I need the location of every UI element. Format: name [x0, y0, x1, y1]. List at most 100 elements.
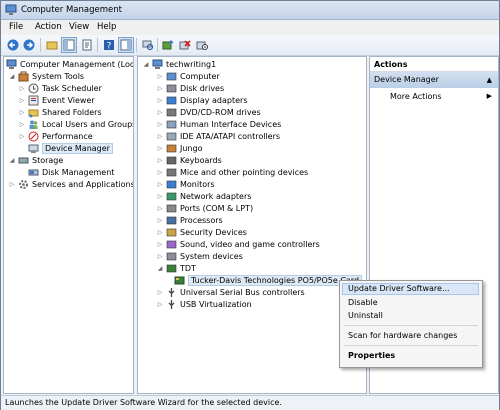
- expand-arrow-icon[interactable]: ▷: [156, 181, 164, 188]
- expand-arrow-icon[interactable]: ▷: [156, 121, 164, 128]
- expand-arrow-icon[interactable]: ▷: [18, 121, 26, 128]
- device-category-keyboards[interactable]: ▷ Keyboards: [156, 154, 222, 166]
- expand-arrow-icon[interactable]: ▷: [156, 85, 164, 92]
- tree-item-local-users[interactable]: ▷ Local Users and Groups: [18, 118, 133, 130]
- expand-arrow-icon[interactable]: ▷: [156, 241, 164, 248]
- tree-item-services[interactable]: ▷ Services and Applications: [8, 178, 133, 190]
- show-hide-action-pane-button[interactable]: [118, 37, 134, 53]
- device-category-security-devices[interactable]: ▷ Security Devices: [156, 226, 247, 238]
- collapse-arrow-icon[interactable]: ◢: [8, 157, 16, 164]
- device-category-processors[interactable]: ▷ Processors: [156, 214, 223, 226]
- collapse-arrow-icon[interactable]: ◢: [142, 61, 150, 68]
- device-category-dvd-cd-rom-drives[interactable]: ▷ DVD/CD-ROM drives: [156, 106, 261, 118]
- expand-arrow-icon[interactable]: ▷: [156, 289, 164, 296]
- menu-file[interactable]: File: [9, 22, 23, 32]
- expand-arrow-icon[interactable]: ▷: [156, 157, 164, 164]
- tree-item-system-tools[interactable]: ◢ System Tools: [8, 70, 84, 82]
- help-toolbar-button[interactable]: ?: [101, 37, 117, 53]
- expand-arrow-icon[interactable]: ▷: [18, 97, 26, 104]
- menu-properties[interactable]: Properties: [348, 351, 395, 360]
- title-bar[interactable]: Computer Management: [1, 1, 499, 20]
- update-driver-button[interactable]: [160, 37, 176, 53]
- device-tree-root[interactable]: ◢ techwriting1: [142, 58, 216, 70]
- expand-arrow-icon[interactable]: ▷: [156, 193, 164, 200]
- tree-item-performance[interactable]: ▷ Performance: [18, 130, 93, 142]
- expand-arrow-icon[interactable]: ▷: [18, 109, 26, 116]
- dvd-cd-rom-drives-icon: [166, 107, 177, 118]
- up-level-button[interactable]: [44, 37, 60, 53]
- expand-arrow-icon[interactable]: ▷: [156, 133, 164, 140]
- expand-arrow-icon[interactable]: ▷: [156, 97, 164, 104]
- tree-label-device-manager: Device Manager: [42, 142, 113, 154]
- device-category-system-devices[interactable]: ▷ System devices: [156, 250, 243, 262]
- menu-bar: File Action View Help: [1, 20, 499, 35]
- device-category-ports-com-lpt[interactable]: ▷ Ports (COM & LPT): [156, 202, 253, 214]
- tree-item-device-manager[interactable]: Device Manager: [28, 142, 113, 154]
- device-tree-pane[interactable]: ◢ techwriting1 Tucker-Davis Technologies…: [137, 56, 367, 394]
- expand-arrow-icon[interactable]: ▷: [18, 133, 26, 140]
- tdt-device-item[interactable]: Tucker-Davis Technologies PO5/PO5e Card: [174, 274, 363, 286]
- expand-arrow-icon[interactable]: ▷: [18, 85, 26, 92]
- expand-arrow-icon[interactable]: ▷: [156, 145, 164, 152]
- device-category-network-adapters[interactable]: ▷ Network adapters: [156, 190, 252, 202]
- tree-label-shared-folders: Shared Folders: [42, 107, 102, 117]
- device-category-sound-video-and-game-controllers[interactable]: ▷ Sound, video and game controllers: [156, 238, 320, 250]
- expand-arrow-icon[interactable]: ▷: [8, 181, 16, 188]
- device-category-mice-and-other-pointing-devices[interactable]: ▷ Mice and other pointing devices: [156, 166, 309, 178]
- device-category-human-interface-devices[interactable]: ▷ Human Interface Devices: [156, 118, 282, 130]
- toolbar-separator: [157, 38, 158, 52]
- expand-arrow-icon[interactable]: ▷: [156, 109, 164, 116]
- device-category-jungo[interactable]: ▷ Jungo: [156, 142, 203, 154]
- processors-icon: [166, 215, 177, 226]
- expand-arrow-icon[interactable]: ▷: [156, 253, 164, 260]
- device-category-usb[interactable]: ▷ Universal Serial Bus controllers: [156, 286, 305, 298]
- collapse-arrow-icon[interactable]: ◢: [156, 265, 164, 272]
- menu-view[interactable]: View: [69, 22, 89, 32]
- more-actions-item[interactable]: More Actions: [390, 92, 442, 101]
- forward-button[interactable]: [21, 37, 37, 53]
- menu-uninstall[interactable]: Uninstall: [348, 311, 383, 320]
- device-category-ide-ata-atapi-controllers[interactable]: ▷ IDE ATA/ATAPI controllers: [156, 130, 280, 142]
- device-category-label: Computer: [180, 71, 220, 81]
- collapse-arrow-icon[interactable]: ◢: [8, 73, 16, 80]
- expand-arrow-icon[interactable]: ▷: [156, 217, 164, 224]
- actions-group-device-manager[interactable]: Device Manager ▲: [370, 72, 498, 88]
- device-category-usb-virtualization[interactable]: ▷ USB Virtualization: [156, 298, 252, 310]
- tree-item-storage[interactable]: ◢ Storage: [8, 154, 64, 166]
- menu-update-driver-software[interactable]: Update Driver Software...: [348, 284, 450, 293]
- expand-arrow-icon[interactable]: ▷: [156, 301, 164, 308]
- collapse-up-icon[interactable]: ▲: [487, 72, 492, 88]
- device-category-label: Mice and other pointing devices: [180, 167, 309, 177]
- menu-help[interactable]: Help: [97, 22, 116, 32]
- menu-scan-hardware[interactable]: Scan for hardware changes: [348, 331, 457, 340]
- tree-item-shared-folders[interactable]: ▷ Shared Folders: [18, 106, 102, 118]
- console-tree-pane[interactable]: Computer Management (Local ◢ System Tool…: [3, 56, 134, 394]
- tree-item-task-scheduler[interactable]: ▷ Task Scheduler: [18, 82, 102, 94]
- expand-arrow-icon[interactable]: ▷: [156, 73, 164, 80]
- device-category-label: Human Interface Devices: [180, 119, 282, 129]
- menu-disable[interactable]: Disable: [348, 298, 378, 307]
- expand-arrow-icon[interactable]: ▷: [156, 205, 164, 212]
- show-hide-tree-button[interactable]: [61, 37, 77, 53]
- device-category-monitors[interactable]: ▷ Monitors: [156, 178, 215, 190]
- display-adapters-icon: [166, 95, 177, 106]
- uninstall-button[interactable]: [177, 37, 193, 53]
- tree-item-disk-management[interactable]: Disk Management: [28, 166, 114, 178]
- more-actions-arrow-icon[interactable]: ▶: [487, 92, 492, 100]
- device-category-display-adapters[interactable]: ▷ Display adapters: [156, 94, 248, 106]
- device-category-tdt[interactable]: ◢ TDT: [156, 262, 196, 274]
- device-category-computer[interactable]: ▷ Computer: [156, 70, 220, 82]
- properties-toolbar-button[interactable]: [79, 37, 95, 53]
- expand-arrow-icon[interactable]: ▷: [156, 169, 164, 176]
- back-button[interactable]: [5, 37, 21, 53]
- menu-action[interactable]: Action: [35, 22, 62, 32]
- disable-button[interactable]: [194, 37, 210, 53]
- tree-item-event-viewer[interactable]: ▷ Event Viewer: [18, 94, 95, 106]
- tree-item-root[interactable]: Computer Management (Local: [6, 58, 133, 70]
- system-devices-icon: [166, 251, 177, 262]
- expand-arrow-icon[interactable]: ▷: [156, 229, 164, 236]
- folder-up-icon: [46, 41, 58, 50]
- scan-hardware-button[interactable]: [140, 37, 156, 53]
- device-category-disk-drives[interactable]: ▷ Disk drives: [156, 82, 224, 94]
- window-title: Computer Management: [21, 5, 122, 15]
